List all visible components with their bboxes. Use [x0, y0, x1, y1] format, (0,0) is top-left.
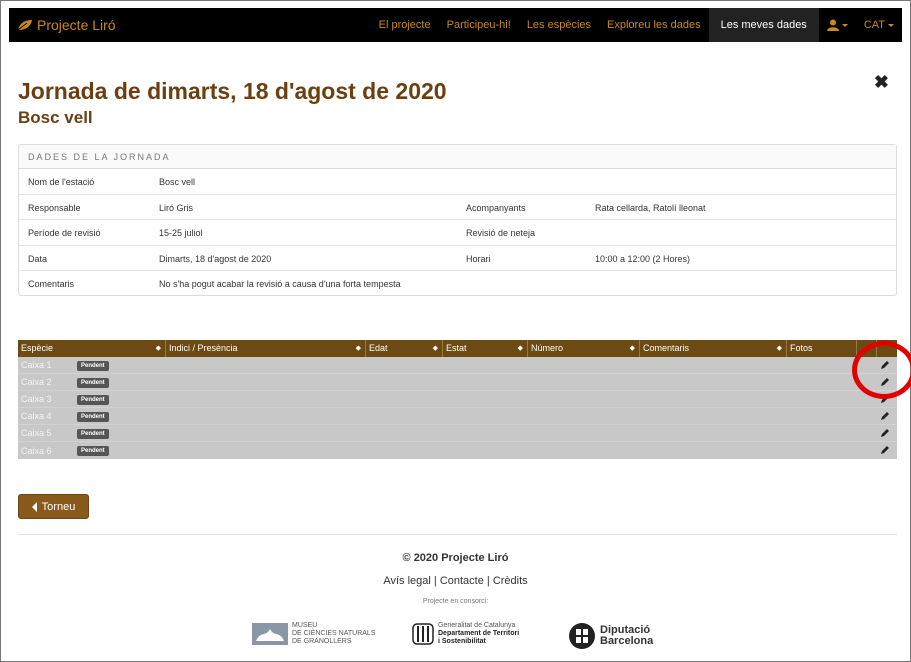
- table-row: Caixa 2 Pendent: [18, 374, 897, 391]
- column-header-numero[interactable]: Número ◆: [528, 340, 640, 357]
- user-menu[interactable]: [819, 8, 856, 42]
- language-label: CAT: [863, 19, 885, 31]
- detail-value: Bosc vell: [159, 177, 196, 187]
- language-menu[interactable]: CAT: [856, 8, 902, 42]
- status-badge: Pendent: [77, 395, 109, 405]
- column-header-indici[interactable]: Indici / Presència ◆: [166, 340, 366, 357]
- column-header-estat[interactable]: Estat ◆: [443, 340, 528, 357]
- detail-value: Liró Gris: [159, 202, 194, 213]
- caixa-label: Caixa 1: [21, 360, 52, 370]
- detail-value: 10:00 a 12:00 (2 Hores): [595, 253, 691, 264]
- detail-label: Nom de l'estació: [28, 177, 95, 187]
- link-avis-legal[interactable]: Avís legal: [383, 575, 431, 587]
- detail-value: No s'ha pogut acabar la revisió a causa …: [159, 279, 401, 289]
- link-credits[interactable]: Crèdits: [493, 575, 528, 587]
- brand-link[interactable]: Projecte Liró: [17, 17, 116, 33]
- navbar: Projecte Liró El projecte Participeu-hi!…: [9, 8, 902, 42]
- table-row: Caixa 4 Pendent: [18, 408, 897, 425]
- footer-links: Avís legal | Contacte | Crèdits: [383, 575, 528, 587]
- consorci-label: Projecte en consorci:: [422, 598, 489, 605]
- museu-granollers-logo[interactable]: MUSEU DE CIÈNCIES NATURALS DE GRANOLLERS: [252, 622, 376, 646]
- detail-label: Comentaris: [28, 279, 75, 289]
- leaf-icon: [17, 20, 32, 31]
- details-panel: DADES DE LA JORNADA Nom de l'estació Bos…: [18, 144, 897, 296]
- footer-divider: [18, 534, 897, 535]
- observations-table: Espècie ◆ Indici / Presència ◆ Edat ◆ Estat…: [18, 340, 897, 459]
- sort-icon: ◆: [432, 345, 438, 352]
- back-button[interactable]: Torneu: [18, 494, 89, 519]
- sort-icon: ◆: [776, 345, 782, 352]
- nav-participeu[interactable]: Participeu-hi!: [439, 8, 519, 42]
- table-header: Espècie ◆ Indici / Presència ◆ Edat ◆ Estat…: [18, 340, 897, 357]
- detail-value: Dimarts, 18 d'agost de 2020: [159, 253, 272, 264]
- sort-icon: ◆: [155, 345, 161, 352]
- back-button-label: Torneu: [41, 500, 76, 513]
- generalitat-logo[interactable]: Generalitat de Catalunya Departament de …: [412, 622, 519, 646]
- pencil-icon[interactable]: [880, 411, 890, 421]
- column-header-especie[interactable]: Espècie ◆: [18, 340, 166, 357]
- chevron-down-icon: [888, 23, 894, 27]
- details-row: Data Dimarts, 18 d'agost de 2020 Horari …: [19, 246, 896, 271]
- user-icon: [826, 19, 839, 31]
- pencil-icon[interactable]: [880, 428, 890, 438]
- column-header-fotos[interactable]: Fotos: [787, 340, 857, 357]
- caixa-label: Caixa 3: [21, 394, 52, 404]
- details-row: Nom de l'estació Bosc vell: [19, 169, 896, 195]
- status-badge: Pendent: [77, 412, 109, 422]
- caixa-label: Caixa 6: [21, 445, 52, 456]
- generalitat-icon: [412, 623, 434, 645]
- link-contacte[interactable]: Contacte: [440, 575, 484, 587]
- table-row: Caixa 3 Pendent: [18, 391, 897, 408]
- detail-label: Període de revisió: [28, 228, 101, 238]
- brand-name: Projecte Liró: [37, 17, 116, 33]
- sort-icon: ◆: [629, 345, 635, 352]
- status-badge: Pendent: [77, 361, 109, 371]
- detail-label: Responsable: [28, 202, 81, 213]
- nav-exploreu-dades[interactable]: Exploreu les dades: [599, 8, 709, 42]
- nav-especies[interactable]: Les espècies: [519, 8, 599, 42]
- table-row: Caixa 1 Pendent: [18, 357, 897, 374]
- status-badge: Pendent: [77, 378, 109, 388]
- details-row: Període de revisió 15-25 juliol Revisió …: [19, 220, 896, 246]
- column-header-comentaris[interactable]: Comentaris ◆: [640, 340, 787, 357]
- details-row: Responsable Liró Gris Acompanyants Rata …: [19, 195, 896, 220]
- detail-value: 15-25 juliol: [159, 228, 203, 238]
- nav-meves-dades[interactable]: Les meves dades: [708, 8, 819, 42]
- nav-el-projecte[interactable]: El projecte: [371, 8, 439, 42]
- museum-logo-icon: [252, 623, 288, 645]
- diputacio-logo[interactable]: Diputació Barcelona: [568, 622, 653, 650]
- close-icon[interactable]: ✖: [874, 72, 889, 93]
- chevron-down-icon: [841, 23, 848, 27]
- caixa-label: Caixa 2: [21, 377, 52, 387]
- pencil-icon[interactable]: [880, 445, 890, 455]
- status-badge: Pendent: [77, 429, 109, 439]
- detail-label: Revisió de neteja: [466, 228, 536, 238]
- detail-value: Rata cellarda, Ratolí lleonat: [595, 202, 706, 213]
- detail-label: Acompanyants: [466, 202, 526, 213]
- sort-icon: ◆: [517, 345, 523, 352]
- table-body: Caixa 1 Pendent Caixa 2 Pendent Caixa 3 …: [18, 357, 897, 459]
- column-header-edat[interactable]: Edat ◆: [366, 340, 443, 357]
- status-badge: Pendent: [77, 446, 109, 456]
- copyright: © 2020 Projecte Liró: [402, 552, 509, 564]
- table-row: Caixa 6 Pendent: [18, 442, 897, 459]
- page-title: Jornada de dimarts, 18 d'agost de 2020: [18, 78, 447, 104]
- sort-icon: ◆: [355, 345, 361, 352]
- panel-heading: DADES DE LA JORNADA: [19, 145, 896, 169]
- highlight-annotation: [852, 341, 911, 399]
- page-subtitle: Bosc vell: [18, 108, 93, 127]
- detail-label: Horari: [466, 253, 491, 264]
- caixa-label: Caixa 5: [21, 428, 52, 438]
- table-row: Caixa 5 Pendent: [18, 425, 897, 442]
- detail-label: Data: [28, 253, 48, 264]
- details-row: Comentaris No s'ha pogut acabar la revis…: [19, 271, 896, 297]
- caixa-label: Caixa 4: [21, 411, 52, 421]
- chevron-left-icon: [31, 501, 37, 512]
- diputacio-icon: [569, 623, 595, 649]
